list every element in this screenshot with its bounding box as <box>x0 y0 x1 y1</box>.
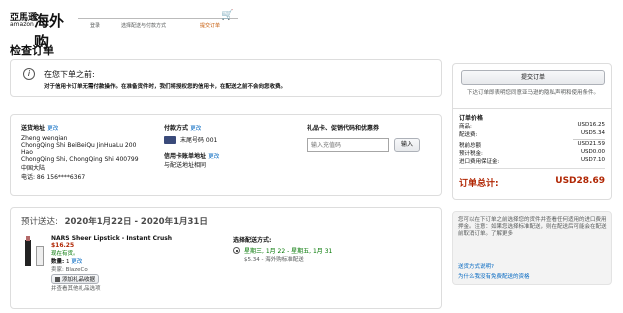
info-icon: i <box>23 68 35 80</box>
step-shipping-payment: 选择配送与付款方式 <box>121 23 167 29</box>
card-ending: 末尾号码 001 <box>180 137 218 144</box>
product-image <box>23 236 47 270</box>
product-name[interactable]: NARS Sheer Lipstick - Instant Crush <box>51 235 231 242</box>
billing-value: 与配送地址相同 <box>164 162 207 169</box>
logo-bottom-text: amazon <box>10 21 34 28</box>
free-shipping-link[interactable]: 为什么我没有免费配送的资格 <box>458 272 530 280</box>
shipping-phone: 电话: 86 156****6367 <box>21 174 86 181</box>
seller-label: 卖家: <box>51 267 64 273</box>
order-total-label: 订单总计: <box>459 179 499 189</box>
billing-label: 信用卡账单地址 <box>164 153 207 160</box>
summary-row-pretax: 税前总额 USD21.59 <box>459 141 605 149</box>
delivery-heading: 预计送达: 2020年1月22日 - 2020年1月31日 <box>21 215 208 227</box>
summary-footer-box: 您可以在下订单之前选择您的货件并查看任何适用的进口费用押金。注意：如果您选择标准… <box>452 211 612 285</box>
summary-divider <box>453 108 611 109</box>
seller-name[interactable]: BlazeCo <box>66 267 88 273</box>
payment-method: 付款方式 更改 末尾号码 001 信用卡账单地址 更改 与配送地址相同 <box>164 123 304 169</box>
step-signin: 登录 <box>90 23 101 29</box>
summary-subtotal-divider <box>573 139 605 140</box>
shipping-options: 选择配送方式: 星期三, 1月 22 - 星期五, 1月 31 $5.34 - … <box>233 235 433 263</box>
giftcard-apply-button[interactable]: 输入 <box>394 138 420 152</box>
product-price: $16.25 <box>51 242 75 249</box>
delivery-title: 预计送达: <box>21 217 58 227</box>
shipping-change-link[interactable]: 更改 <box>47 126 58 132</box>
payment-change-link[interactable]: 更改 <box>190 126 201 132</box>
order-total-row: 订单总计: USD28.69 <box>459 176 605 189</box>
agree-text: 下达订单即表明您同意亚马逊的隐私声明和使用条件。 <box>466 90 599 96</box>
shipping-method-link[interactable]: 送货方式说明? <box>458 262 494 270</box>
page-title: 检查订单 <box>10 44 54 57</box>
summary-row-label: 预计税金: <box>459 151 483 157</box>
summary-row-label: 商品: <box>459 124 472 130</box>
summary-row-label: 税前总额 <box>459 143 482 149</box>
summary-row-value: USD7.10 <box>581 157 605 163</box>
delivery-box: 预计送达: 2020年1月22日 - 2020年1月31日 NARS Sheer… <box>10 207 442 309</box>
product-stock: 现在有货。 <box>51 251 79 257</box>
shipping-option-radio[interactable] <box>233 247 240 254</box>
summary-row-value: USD21.59 <box>577 141 606 147</box>
amazon-logo[interactable]: 亞馬遜 amazon 海外购 <box>10 10 70 51</box>
giftcard-label: 礼品卡、促销代码和优惠券 <box>307 125 380 132</box>
shipping-label: 送货地址 <box>21 125 46 132</box>
summary-row-value: USD16.25 <box>577 122 606 128</box>
summary-row-tax: 预计税金: USD0.00 <box>459 149 605 157</box>
summary-row-label: 进口费用保证金: <box>459 159 500 165</box>
summary-row-import-deposit: 进口费用保证金: USD7.10 <box>459 157 605 165</box>
summary-total-divider <box>459 168 605 169</box>
shipping-address: 送货地址 更改 Zheng wenqian ChongQing Shi BeiB… <box>21 123 161 181</box>
progress-line <box>78 18 238 19</box>
payment-label: 付款方式 <box>164 125 189 132</box>
product-info: NARS Sheer Lipstick - Instant Crush $16.… <box>51 235 231 292</box>
gift-card-section: 礼品卡、促销代码和优惠券 输入 <box>307 123 437 152</box>
place-order-button[interactable]: 提交订单 <box>461 70 605 85</box>
shipping-line-1: Zheng wenqian <box>21 135 68 142</box>
shipping-line-5: 中国大陆 <box>21 165 46 172</box>
summary-row-value: USD5.34 <box>581 130 605 136</box>
summary-row-items: 商品: USD16.25 <box>459 122 605 130</box>
gift-note: 并查看其他礼品选项 <box>51 286 101 292</box>
summary-footer-text: 您可以在下订单之前选择您的货件并查看任何适用的进口费用押金。注意：如果您选择标准… <box>458 217 607 237</box>
shipping-options-label: 选择配送方式: <box>233 237 272 244</box>
billing-change-link[interactable]: 更改 <box>208 154 219 160</box>
notice-text: 对于信用卡订单无需付款操作。在准备货件时，我们将授权您的信用卡，在配送之前不会向… <box>44 84 287 90</box>
address-payment-box: 送货地址 更改 Zheng wenqian ChongQing Shi BeiB… <box>10 114 442 196</box>
summary-row-label: 配送费: <box>459 132 478 138</box>
gift-icon <box>55 276 60 282</box>
checkout-progress: 🛒 登录 选择配送与付款方式 提交订单 <box>78 10 258 32</box>
step-place-order: 提交订单 <box>200 23 221 29</box>
shipping-line-2: ChongQing Shi BeiBeiQu JinHuaLu 200 <box>21 142 137 149</box>
cart-icon: 🛒 <box>221 10 234 21</box>
order-summary-box: 提交订单 下达订单即表明您同意亚马逊的隐私声明和使用条件。 订单价格 商品: U… <box>452 63 612 200</box>
delivery-range: 2020年1月22日 - 2020年1月31日 <box>64 217 208 227</box>
notice-box: i 在您下单之前: 对于信用卡订单无需付款操作。在准备货件时，我们将授权您的信用… <box>10 59 442 97</box>
notice-title: 在您下单之前: <box>44 70 95 79</box>
credit-card-icon <box>164 135 176 144</box>
add-gift-receipt-button[interactable]: 添加礼品收据 <box>51 274 100 284</box>
order-total-value: USD28.69 <box>555 176 605 186</box>
gift-button-label: 添加礼品收据 <box>62 277 96 283</box>
shipping-line-3: Hao <box>21 149 33 156</box>
summary-row-value: USD0.00 <box>581 149 605 155</box>
summary-row-shipping: 配送费: USD5.34 <box>459 130 605 138</box>
order-price-title: 订单价格 <box>459 115 484 122</box>
shipping-line-4: ChongQing Shi, ChongQing Shi 400799 <box>21 156 139 163</box>
shipping-option-price: $5.34 - 海外购标准配送 <box>244 257 304 263</box>
giftcard-code-input[interactable] <box>307 138 389 152</box>
shipping-option-date[interactable]: 星期三, 1月 22 - 星期五, 1月 31 <box>244 246 332 255</box>
